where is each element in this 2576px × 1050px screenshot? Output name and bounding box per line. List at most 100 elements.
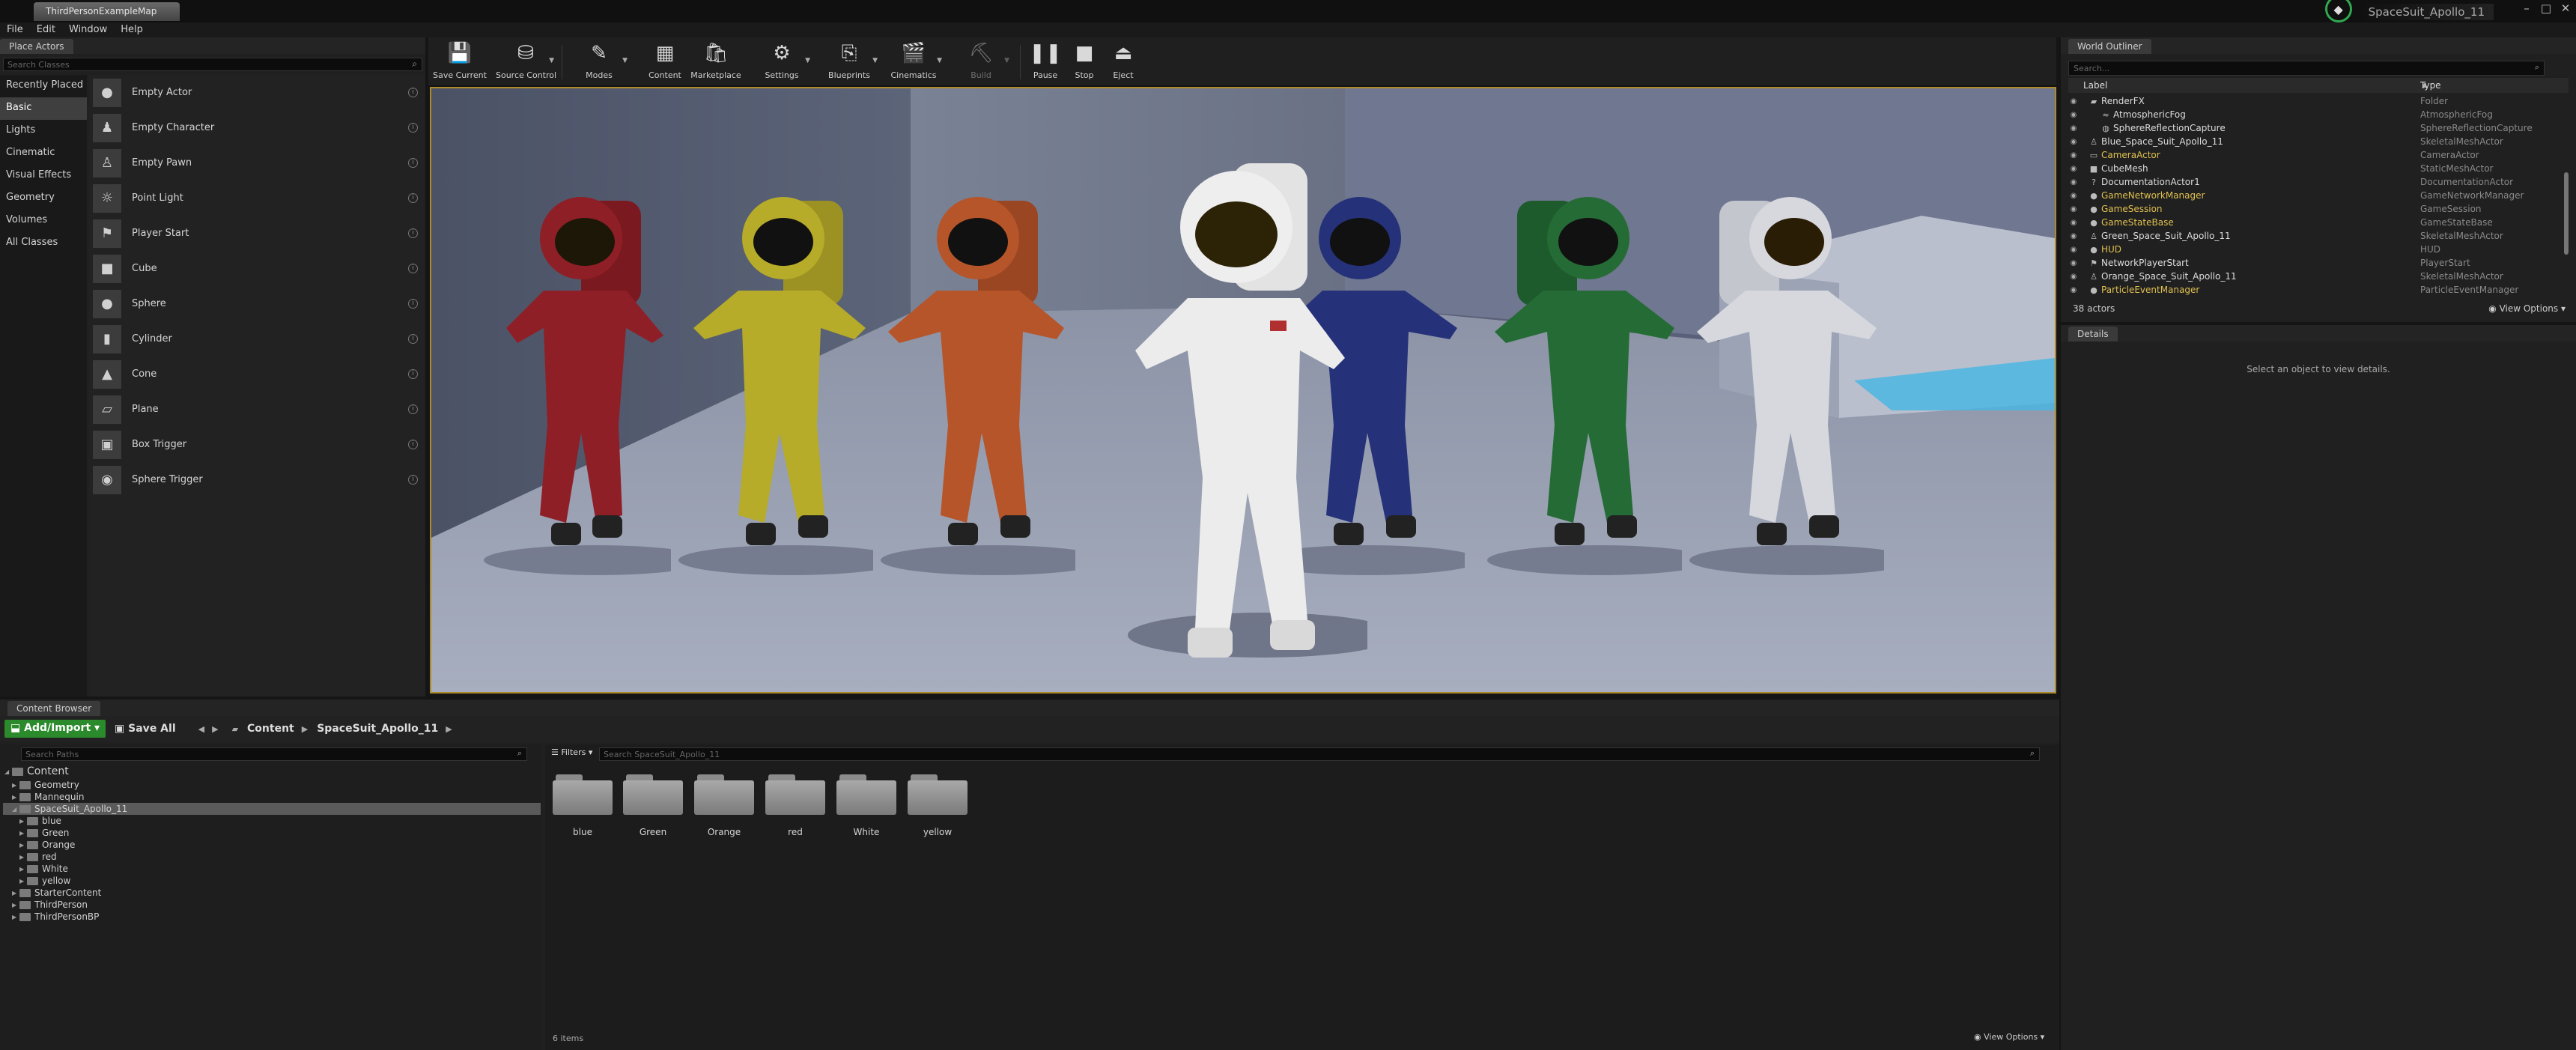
eye-icon[interactable]: ◉ (2068, 259, 2079, 267)
expand-icon[interactable]: ▶ (12, 782, 19, 789)
actor-item-cube[interactable]: ■ Cube i (88, 251, 425, 286)
breadcrumb-spacesuit[interactable]: SpaceSuit_Apollo_11 (317, 723, 438, 735)
tree-item-mannequin[interactable]: ▶ Mannequin (12, 791, 84, 803)
outliner-row[interactable]: ◉? DocumentationActor1 DocumentationActor (2068, 175, 2563, 189)
eye-icon[interactable]: ◉ (2068, 165, 2079, 173)
chevron-down-icon[interactable]: ▼ (622, 57, 628, 64)
info-icon[interactable]: i (408, 334, 418, 344)
chevron-down-icon[interactable]: ▼ (1004, 57, 1009, 64)
category-volumes[interactable]: Volumes (0, 210, 87, 232)
expand-icon[interactable]: ▶ (12, 794, 19, 801)
search-assets-input[interactable]: Search SpaceSuit_Apollo_11 ⌕ (599, 747, 2040, 761)
category-lights[interactable]: Lights (0, 120, 87, 142)
asset-folder-green[interactable]: Green (622, 773, 684, 837)
column-label-header[interactable]: Label (2083, 80, 2107, 91)
outliner-row[interactable]: ◉ ≈ AtmosphericFog AtmosphericFog (2068, 108, 2563, 121)
expand-icon[interactable]: ▶ (19, 830, 27, 837)
eye-icon[interactable]: ◉ (2068, 178, 2079, 186)
chevron-down-icon[interactable]: ▼ (872, 57, 878, 64)
pause-button[interactable]: ❚❚ Pause (1023, 40, 1068, 84)
asset-folder-yellow[interactable]: yellow (906, 773, 969, 837)
outliner-row[interactable]: ◉ ● GameStateBase GameStateBase (2068, 216, 2563, 229)
outliner-row[interactable]: ◉ ■ CubeMesh StaticMeshActor (2068, 162, 2563, 175)
eye-icon[interactable]: ◉ (2068, 151, 2079, 160)
outliner-row[interactable]: ◉ ◍ SphereReflectionCapture SphereReflectio… (2068, 121, 2563, 135)
actor-item-sphere[interactable]: ● Sphere i (88, 286, 425, 321)
expand-icon[interactable]: ◢ (12, 806, 19, 813)
asset-folder-white[interactable]: White (835, 773, 898, 837)
outliner-view-options[interactable]: ◉ View Options ▾ (2488, 303, 2566, 314)
source-control-button[interactable]: ⛁ Source Control ▼ (496, 40, 556, 84)
modes-button[interactable]: ✎ Modes ▼ (569, 40, 629, 84)
eye-icon[interactable]: ◉ (2068, 286, 2079, 294)
settings-button[interactable]: ⚙ Settings ▼ (752, 40, 812, 84)
tree-item-yellow[interactable]: ▶ yellow (19, 875, 70, 887)
tree-item-red[interactable]: ▶ red (19, 851, 57, 863)
eye-icon[interactable]: ◉ (2068, 219, 2079, 227)
column-type-header[interactable]: Type (2420, 80, 2441, 91)
actor-item-plane[interactable]: ▱ Plane i (88, 392, 425, 427)
outliner-search-input[interactable]: Search... ⌕ (2068, 61, 2545, 76)
search-paths-input[interactable]: Search Paths ⌕ (21, 747, 527, 761)
category-geometry[interactable]: Geometry (0, 187, 87, 210)
expand-icon[interactable]: ▶ (19, 842, 27, 849)
info-icon[interactable]: i (408, 158, 418, 168)
outliner-row[interactable]: ◉ ● GameSession GameSession (2068, 202, 2563, 216)
menu-edit[interactable]: Edit (30, 22, 62, 37)
minimize-button[interactable]: – (2518, 2, 2536, 14)
chevron-down-icon[interactable]: ▼ (937, 57, 942, 64)
actor-item-point-light[interactable]: ☼ Point Light i (88, 180, 425, 216)
actor-item-cone[interactable]: ▲ Cone i (88, 356, 425, 392)
expand-icon[interactable]: ▶ (19, 866, 27, 873)
menu-file[interactable]: File (0, 22, 30, 37)
eye-icon[interactable]: ◉ (2068, 192, 2079, 200)
content-view-options[interactable]: ◉ View Options ▾ (1974, 1032, 2044, 1042)
marketplace-button[interactable]: 🛍 Marketplace (686, 40, 746, 84)
info-icon[interactable]: i (408, 264, 418, 273)
level-viewport[interactable] (430, 87, 2056, 694)
breadcrumb-content[interactable]: Content (247, 723, 294, 735)
info-icon[interactable]: i (408, 475, 418, 485)
maximize-button[interactable]: □ (2537, 2, 2555, 14)
tree-item-geometry[interactable]: ▶ Geometry (12, 779, 79, 791)
actor-item-empty-pawn[interactable]: ♙ Empty Pawn i (88, 145, 425, 180)
info-icon[interactable]: i (408, 369, 418, 379)
eye-icon[interactable]: ◉ (2068, 124, 2079, 133)
search-classes-input[interactable]: Search Classes ⌕ (3, 58, 422, 71)
breadcrumb-separator-icon[interactable]: ▶ (446, 724, 452, 734)
menu-help[interactable]: Help (114, 22, 150, 37)
tree-item-thirdperson[interactable]: ▶ ThirdPerson (12, 899, 88, 911)
expand-icon[interactable]: ▶ (19, 878, 27, 884)
chevron-down-icon[interactable]: ▼ (805, 57, 810, 64)
category-visual-effects[interactable]: Visual Effects (0, 165, 87, 187)
tab-world-outliner[interactable]: World Outliner (2068, 39, 2151, 54)
outliner-row[interactable]: ◉ ♙ Green_Space_Suit_Apollo_11 SkeletalMesh… (2068, 229, 2563, 243)
outliner-row[interactable]: ◉ ♙ Blue_Space_Suit_Apollo_11 SkeletalMeshA… (2068, 135, 2563, 148)
expand-icon[interactable]: ▶ (19, 854, 27, 861)
tree-item-thirdpersonbp[interactable]: ▶ ThirdPersonBP (12, 911, 99, 923)
outliner-row[interactable]: ◉ ● HUD HUD (2068, 243, 2563, 256)
asset-folder-red[interactable]: red (764, 773, 827, 837)
info-icon[interactable]: i (408, 88, 418, 97)
actor-item-cylinder[interactable]: ▮ Cylinder i (88, 321, 425, 356)
info-icon[interactable]: i (408, 228, 418, 238)
add-import-button[interactable]: ⬓ Add/Import ▾ (4, 720, 106, 738)
info-icon[interactable]: i (408, 193, 418, 203)
breadcrumb-separator-icon[interactable]: ▶ (302, 724, 308, 734)
blueprints-button[interactable]: ⎘ Blueprints ▼ (819, 40, 879, 84)
info-icon[interactable]: i (408, 299, 418, 309)
menu-window[interactable]: Window (62, 22, 114, 37)
category-cinematic[interactable]: Cinematic (0, 142, 87, 165)
outliner-row[interactable]: ◉ ♙ Orange_Space_Suit_Apollo_11 SkeletalMes… (2068, 270, 2563, 283)
stop-button[interactable]: ■ Stop (1062, 40, 1107, 84)
expand-icon[interactable]: ▶ (12, 914, 19, 920)
tree-item-green[interactable]: ▶ Green (19, 827, 69, 839)
eye-icon[interactable]: ◉ (2068, 232, 2079, 240)
outliner-row[interactable]: ◉ ▰ RenderFX Folder (2068, 94, 2563, 108)
actor-item-box-trigger[interactable]: ▣ Box Trigger i (88, 427, 425, 462)
eye-icon[interactable]: ◉ (2068, 138, 2079, 146)
category-basic[interactable]: Basic (0, 97, 87, 120)
tree-item-spacesuit[interactable]: ◢ SpaceSuit_Apollo_11 (3, 803, 541, 815)
tab-content-browser[interactable]: Content Browser (7, 701, 101, 716)
outliner-row[interactable]: ◉ ⚑ NetworkPlayerStart PlayerStart (2068, 256, 2563, 270)
